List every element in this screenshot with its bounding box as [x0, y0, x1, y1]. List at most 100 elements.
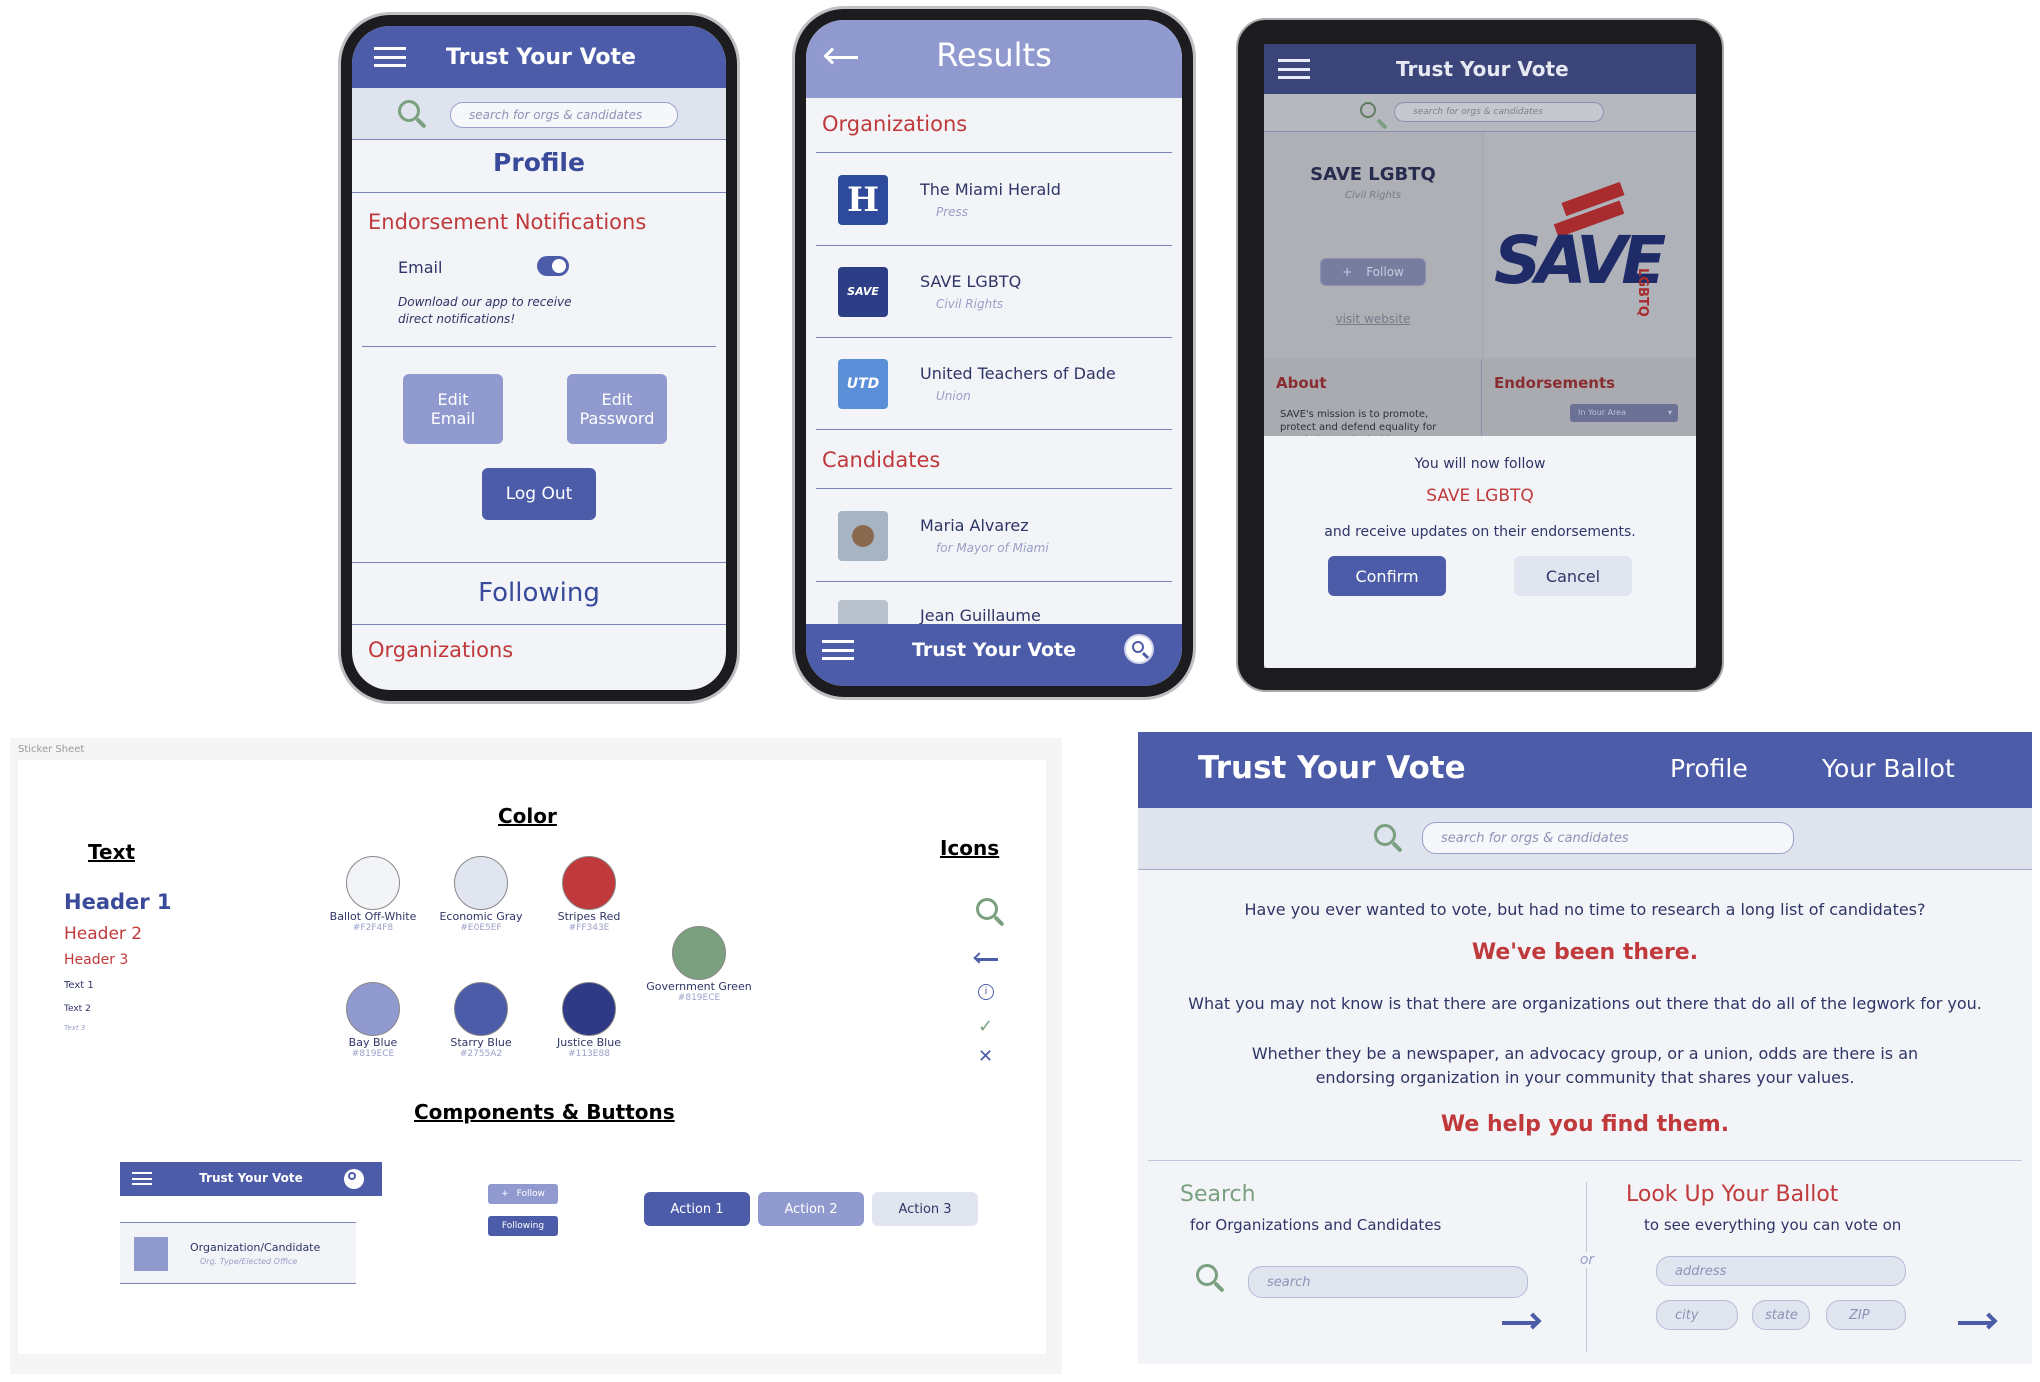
menu-icon[interactable]	[1278, 59, 1310, 79]
divider	[816, 488, 1172, 489]
ballot-submit-arrow-icon[interactable]	[1958, 1312, 1998, 1330]
candidate-name: Jean Guillaume	[920, 606, 1041, 625]
search-field[interactable]: search	[1248, 1266, 1528, 1298]
miami-herald-logo: H	[838, 174, 888, 225]
or-label: or	[1574, 1252, 1600, 1268]
ballot-section-sub: to see everything you can vote on	[1644, 1216, 1902, 1234]
org-type: Union	[936, 389, 971, 403]
color-swatch: Government Green #819ECE	[644, 926, 754, 1003]
org-type: Civil Rights	[1345, 190, 1401, 201]
card-title: Organization/Candidate	[190, 1241, 321, 1254]
color-swatch: Economic Gray #E0E5EF	[426, 856, 536, 933]
modal-line2: and receive updates on their endorsement…	[1324, 524, 1636, 540]
endorsements-heading: Endorsements	[1494, 374, 1616, 392]
modal-org-name: SAVE LGBTQ	[1426, 486, 1534, 506]
candidate-photo	[838, 510, 888, 561]
color-heading: Color	[498, 804, 557, 828]
org-result-row[interactable]: UTD United Teachers of Dade Union	[816, 338, 1172, 430]
sample-header-component: Trust Your Vote	[120, 1162, 382, 1196]
search-input[interactable]: search for orgs & candidates	[450, 102, 678, 128]
organizations-heading: Organizations	[822, 112, 968, 136]
save-lgbtq-logo-large: SAVE LGBTQ	[1484, 132, 1696, 358]
divider	[816, 152, 1172, 153]
app-title: Trust Your Vote	[446, 44, 636, 70]
edit-password-button[interactable]: Edit Password	[567, 374, 667, 444]
color-swatch: Stripes Red #FF343E	[534, 856, 644, 933]
cancel-button[interactable]: Cancel	[1514, 556, 1632, 596]
card-thumbnail	[134, 1237, 168, 1271]
search-icon[interactable]	[398, 100, 420, 122]
bottom-nav-bar: Trust Your Vote	[806, 624, 1182, 686]
phone1-header: Trust Your Vote	[352, 26, 726, 88]
divider	[362, 346, 716, 347]
save-lgbtq-logo: SAVE	[838, 266, 888, 317]
org-name: SAVE LGBTQ	[920, 272, 1022, 291]
header3-sample: Header 3	[64, 952, 129, 968]
nav-profile-link[interactable]: Profile	[1670, 754, 1748, 783]
address-field[interactable]: address	[1656, 1256, 1906, 1286]
org-result-row[interactable]: SAVE SAVE LGBTQ Civil Rights	[816, 246, 1172, 338]
search-icon	[344, 1169, 364, 1189]
text-heading: Text	[88, 840, 136, 864]
confirm-button[interactable]: Confirm	[1328, 556, 1446, 596]
candidate-role: for Mayor of Miami	[936, 541, 1049, 555]
search-icon[interactable]	[1196, 1264, 1218, 1286]
candidates-heading: Candidates	[822, 448, 941, 472]
menu-icon[interactable]	[374, 47, 406, 67]
follow-confirm-modal: You will now follow SAVE LGBTQ and recei…	[1264, 436, 1696, 668]
zip-field[interactable]: ZIP	[1826, 1300, 1906, 1330]
action1-button: Action 1	[644, 1192, 750, 1226]
log-out-button[interactable]: Log Out	[482, 468, 596, 520]
desktop-header: Trust Your Vote Profile Your Ballot	[1138, 732, 2032, 808]
action3-button: Action 3	[872, 1192, 978, 1226]
edit-email-button[interactable]: Edit Email	[403, 374, 503, 444]
divider	[352, 192, 726, 193]
tablet-search-bar: search for orgs & candidates	[1264, 94, 1696, 132]
search-input[interactable]: search for orgs & candidates	[1394, 102, 1604, 122]
ballot-section-heading: Look Up Your Ballot	[1626, 1182, 1839, 1207]
state-field[interactable]: state	[1752, 1300, 1810, 1330]
sample-header-title: Trust Your Vote	[199, 1171, 303, 1185]
info-icon: i	[978, 984, 994, 1000]
follow-button: + Follow	[488, 1184, 558, 1204]
profile-heading: Profile	[493, 148, 585, 177]
search-icon[interactable]	[1374, 824, 1396, 846]
org-type: Press	[936, 205, 969, 219]
card-subtitle: Org. Type/Elected Office	[200, 1257, 298, 1266]
tablet-screen: Trust Your Vote search for orgs & candid…	[1264, 44, 1696, 668]
org-name: SAVE LGBTQ	[1310, 164, 1436, 185]
color-swatch: Justice Blue #113E88	[534, 982, 644, 1059]
following-button: Following	[488, 1216, 558, 1236]
visit-website-link[interactable]: visit website	[1264, 312, 1482, 326]
search-section-heading: Search	[1180, 1182, 1256, 1207]
phone1-screen: Trust Your Vote search for orgs & candid…	[352, 26, 726, 690]
follow-button[interactable]: + Follow	[1320, 258, 1426, 286]
search-submit-arrow-icon[interactable]	[1502, 1312, 1542, 1330]
candidate-row[interactable]: Maria Alvarez for Mayor of Miami	[816, 490, 1172, 582]
tablet-header: Trust Your Vote	[1264, 44, 1696, 94]
help-heading: We help you find them.	[1440, 1112, 1730, 1137]
intro-paragraph-2: What you may not know is that there are …	[1188, 994, 1982, 1013]
area-select[interactable]: In Your Area ▾	[1570, 404, 1678, 422]
header2-sample: Header 2	[64, 924, 143, 944]
candidate-name: Maria Alvarez	[920, 516, 1029, 535]
org-name: The Miami Herald	[920, 180, 1061, 199]
phone2-screen: Results Organizations H The Miami Herald…	[806, 20, 1182, 686]
color-swatch: Ballot Off-White #F2F4F8	[318, 856, 428, 933]
utd-logo: UTD	[838, 358, 888, 409]
org-type: Civil Rights	[936, 297, 1004, 311]
nav-ballot-link[interactable]: Your Ballot	[1822, 754, 1955, 783]
close-icon: ✕	[978, 1046, 994, 1067]
city-field[interactable]: city	[1656, 1300, 1738, 1330]
divider	[352, 562, 726, 563]
email-toggle[interactable]	[537, 256, 569, 276]
divider	[1148, 1160, 2022, 1161]
app-title: Trust Your Vote	[1198, 750, 1466, 786]
search-icon[interactable]	[1124, 634, 1154, 664]
org-result-row[interactable]: H The Miami Herald Press	[816, 154, 1172, 246]
org-name: United Teachers of Dade	[920, 364, 1116, 383]
search-icon[interactable]	[1360, 102, 1376, 118]
search-input[interactable]: search for orgs & candidates	[1422, 822, 1794, 854]
intro-paragraph-3: Whether they be a newspaper, an advocacy…	[1251, 1044, 1919, 1087]
icons-heading: Icons	[940, 836, 1000, 860]
